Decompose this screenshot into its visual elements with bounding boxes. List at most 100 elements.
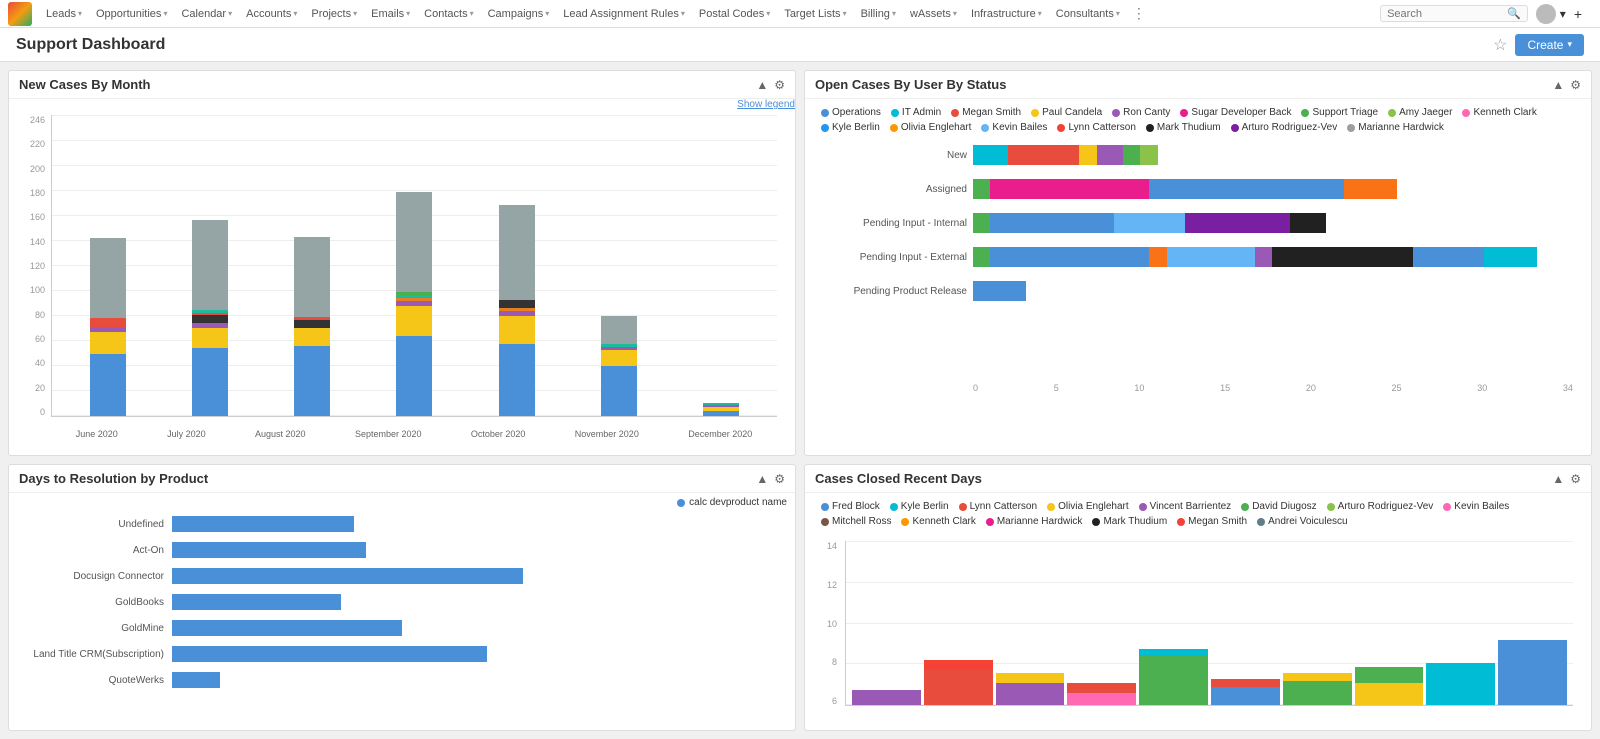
legend-item: Amy Jaeger — [1388, 107, 1452, 118]
bar-segment — [601, 366, 637, 416]
nav-leads[interactable]: Leads ▾ — [40, 6, 88, 22]
closed-bar-seg — [1498, 640, 1567, 705]
hbar-segment — [1008, 145, 1079, 165]
nav-emails[interactable]: Emails ▾ — [365, 6, 416, 22]
hbar-segment — [1114, 213, 1185, 233]
nav-target[interactable]: Target Lists ▾ — [778, 6, 852, 22]
hbar-segment — [1484, 247, 1537, 267]
x-axis: June 2020 July 2020 August 2020 Septembe… — [51, 429, 777, 439]
nav-wassets[interactable]: wAssets ▾ — [904, 6, 963, 22]
panel-body: Operations IT Admin Megan Smith Paul Can… — [805, 99, 1591, 401]
closed-bar-seg — [1426, 663, 1495, 705]
nav-accounts[interactable]: Accounts ▾ — [240, 6, 303, 22]
bar-segment — [192, 348, 228, 416]
hbar-track — [973, 145, 1573, 165]
search-input[interactable] — [1387, 8, 1507, 20]
nav-billing[interactable]: Billing ▾ — [855, 6, 902, 22]
stacked-bar — [192, 219, 228, 416]
favorite-button[interactable]: ☆ — [1493, 35, 1507, 55]
stacked-bar — [90, 238, 126, 416]
search-icon[interactable]: 🔍 — [1507, 7, 1521, 20]
nav-contacts[interactable]: Contacts ▾ — [418, 6, 479, 22]
collapse-button[interactable]: ▲ — [756, 472, 768, 486]
panel-title: Open Cases By User By Status — [815, 77, 1552, 92]
hbar-segment — [1079, 145, 1096, 165]
bar-segment — [294, 328, 330, 346]
chevron-down-icon: ▾ — [1038, 9, 1042, 18]
collapse-button[interactable]: ▲ — [1552, 78, 1564, 92]
chevron-down-icon: ▾ — [470, 9, 474, 18]
hbar-segment — [1123, 145, 1140, 165]
closed-chart-area: 6 8 10 12 14 — [813, 531, 1583, 726]
nav-infrastructure[interactable]: Infrastructure ▾ — [965, 6, 1048, 22]
stacked-bar — [499, 205, 535, 416]
bar-segment — [294, 237, 330, 317]
app-logo[interactable] — [8, 2, 32, 26]
panel-header: New Cases By Month ▲ ⚙ — [9, 71, 795, 99]
hbar-segment — [1097, 145, 1123, 165]
hbar-segment — [1272, 247, 1413, 267]
panel-header: Days to Resolution by Product ▲ ⚙ — [9, 465, 795, 493]
bar-segment — [499, 300, 535, 308]
search-box[interactable]: 🔍 — [1380, 5, 1528, 22]
more-menu-button[interactable]: ⋮ — [1128, 5, 1150, 22]
legend-item: Paul Candela — [1031, 107, 1102, 118]
legend-item: Mitchell Ross — [821, 516, 891, 527]
nav-opportunities[interactable]: Opportunities ▾ — [90, 6, 173, 22]
subheader-actions: ☆ Create ▾ — [1493, 34, 1584, 56]
nav-postal[interactable]: Postal Codes ▾ — [693, 6, 776, 22]
chevron-down-icon: ▾ — [766, 9, 770, 18]
closed-bar-group — [1283, 673, 1352, 705]
prod-bar-fill — [172, 620, 402, 636]
nav-projects[interactable]: Projects ▾ — [305, 6, 363, 22]
settings-button[interactable]: ⚙ — [774, 78, 785, 92]
closed-bar-group — [1067, 683, 1136, 705]
closed-bar-group — [1211, 679, 1280, 705]
hbar-row-pending-release: Pending Product Release — [973, 281, 1573, 301]
create-button[interactable]: Create ▾ — [1515, 34, 1584, 56]
add-button[interactable]: + — [1570, 6, 1586, 22]
hbar-row-pending-external: Pending Input - External — [973, 247, 1573, 267]
collapse-button[interactable]: ▲ — [1552, 472, 1564, 486]
legend-item: Vincent Barrientez — [1139, 501, 1232, 512]
legend-item: Sugar Developer Back — [1180, 107, 1291, 118]
hbar-segment — [973, 213, 990, 233]
bar-segment — [90, 332, 126, 354]
closed-bar-seg — [1355, 683, 1424, 705]
legend-item: Support Triage — [1301, 107, 1378, 118]
hbar-row-assigned: Assigned — [973, 179, 1573, 199]
legend-item: Olivia Englehart — [1047, 501, 1129, 512]
closed-bar-group — [1355, 667, 1424, 705]
bar-segment — [192, 315, 228, 323]
user-menu-button[interactable]: ▾ — [1560, 7, 1566, 21]
closed-bar-group — [1139, 649, 1208, 705]
nav-calendar[interactable]: Calendar ▾ — [175, 6, 238, 22]
legend-item: Olivia Englehart — [890, 122, 972, 133]
settings-button[interactable]: ⚙ — [774, 472, 785, 486]
closed-bar-seg — [1355, 667, 1424, 683]
closed-bar-seg — [996, 683, 1065, 705]
prod-bar-fill — [172, 542, 366, 558]
legend-item: Kyle Berlin — [821, 122, 880, 133]
panel-controls: ▲ ⚙ — [756, 472, 785, 486]
legend-item: Megan Smith — [1177, 516, 1247, 527]
x-axis: 0 5 10 15 20 25 30 34 — [973, 383, 1573, 393]
bar-group-december — [703, 403, 739, 416]
settings-button[interactable]: ⚙ — [1570, 78, 1581, 92]
settings-button[interactable]: ⚙ — [1570, 472, 1581, 486]
collapse-button[interactable]: ▲ — [756, 78, 768, 92]
legend-item: Lynn Catterson — [1057, 122, 1135, 133]
legend-item: Kevin Bailes — [981, 122, 1047, 133]
nav-lar[interactable]: Lead Assignment Rules ▾ — [557, 6, 691, 22]
dashboard: New Cases By Month ▲ ⚙ Show legend 0 20 … — [0, 62, 1600, 739]
hbar-track — [973, 281, 1573, 301]
chart-legend: Fred Block Kyle Berlin Lynn Catterson Ol… — [813, 497, 1583, 531]
chevron-down-icon: ▾ — [406, 9, 410, 18]
hbar-segment — [1149, 247, 1166, 267]
panel-new-cases-by-month: New Cases By Month ▲ ⚙ Show legend 0 20 … — [8, 70, 796, 456]
legend-item: Megan Smith — [951, 107, 1021, 118]
nav-consultants[interactable]: Consultants ▾ — [1050, 6, 1126, 22]
bar-segment — [192, 328, 228, 348]
nav-campaigns[interactable]: Campaigns ▾ — [482, 6, 556, 22]
prod-bar-fill — [172, 646, 487, 662]
